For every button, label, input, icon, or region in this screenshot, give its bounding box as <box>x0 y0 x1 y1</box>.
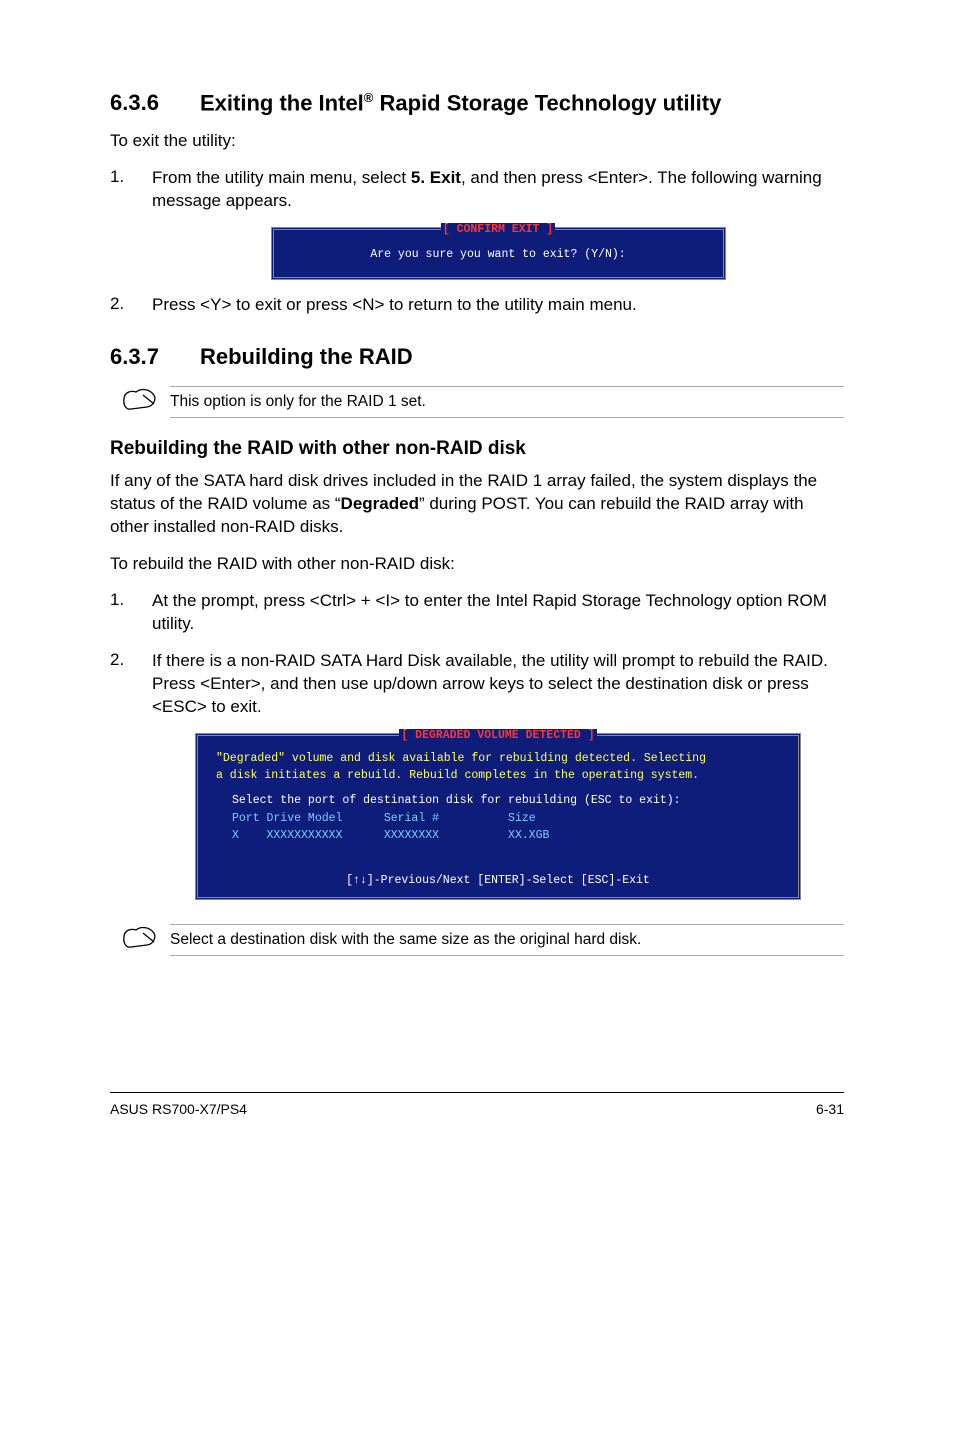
para-637-1: If any of the SATA hard disk drives incl… <box>110 470 844 539</box>
bios-l2: a disk initiates a rebuild. Rebuild comp… <box>216 767 780 784</box>
bios-header-row: Port Drive Model Serial # Size <box>232 810 780 827</box>
heading-text-a: Exiting the Intel <box>200 90 364 115</box>
heading-637: 6.3.7Rebuilding the RAID <box>110 344 844 370</box>
note-row-1: This option is only for the RAID 1 set. <box>110 384 844 424</box>
footer-right: 6-31 <box>816 1101 844 1117</box>
bios-line: Are you sure you want to exit? (Y/N): <box>284 246 713 264</box>
step-text: From the utility main menu, select 5. Ex… <box>152 167 844 213</box>
bios-footer: [↑↓]-Previous/Next [ENTER]-Select [ESC]-… <box>216 872 780 889</box>
page: 6.3.6Exiting the Intel® Rapid Storage Te… <box>0 0 954 1147</box>
note-row-2: Select a destination disk with the same … <box>110 922 844 962</box>
step-num: 2. <box>110 650 152 719</box>
bios-confirm-exit: [ CONFIRM EXIT ] Are you sure you want t… <box>271 227 726 279</box>
note-body: This option is only for the RAID 1 set. <box>170 384 844 424</box>
subheading-637: Rebuilding the RAID with other non-RAID … <box>110 438 844 460</box>
note-hand-icon <box>110 384 170 412</box>
bios-title: [ CONFIRM EXIT ] <box>274 221 723 239</box>
para-637-2: To rebuild the RAID with other non-RAID … <box>110 553 844 576</box>
heading-num: 6.3.7 <box>110 344 200 370</box>
step-text: Press <Y> to exit or press <N> to return… <box>152 294 844 317</box>
bios-degraded-volume: [ DEGRADED VOLUME DETECTED ] "Degraded" … <box>195 733 801 901</box>
step-text: At the prompt, press <Ctrl> + <I> to ent… <box>152 590 844 636</box>
heading-636: 6.3.6Exiting the Intel® Rapid Storage Te… <box>110 90 844 116</box>
bios-l1: "Degraded" volume and disk available for… <box>216 750 780 767</box>
step-num: 1. <box>110 167 152 213</box>
note-text: This option is only for the RAID 1 set. <box>170 393 844 411</box>
note-text: Select a destination disk with the same … <box>170 931 844 949</box>
bios-data-row: X XXXXXXXXXXX XXXXXXXX XX.XGB <box>232 827 780 844</box>
step-637-2: 2. If there is a non-RAID SATA Hard Disk… <box>110 650 844 719</box>
heading-sup: ® <box>364 90 374 105</box>
bios-title: [ DEGRADED VOLUME DETECTED ] <box>198 727 798 744</box>
step-636-2: 2. Press <Y> to exit or press <N> to ret… <box>110 294 844 317</box>
step-637-1: 1. At the prompt, press <Ctrl> + <I> to … <box>110 590 844 636</box>
step-num: 1. <box>110 590 152 636</box>
bios-l3: Select the port of destination disk for … <box>232 792 780 809</box>
heading-text-b: Rapid Storage Technology utility <box>373 90 721 115</box>
page-footer: ASUS RS700-X7/PS4 6-31 <box>110 1092 844 1117</box>
intro-636: To exit the utility: <box>110 130 844 153</box>
step-num: 2. <box>110 294 152 317</box>
note-hand-icon <box>110 922 170 950</box>
note-body: Select a destination disk with the same … <box>170 922 844 962</box>
footer-left: ASUS RS700-X7/PS4 <box>110 1101 247 1117</box>
heading-text: Rebuilding the RAID <box>200 344 413 369</box>
step-636-1: 1. From the utility main menu, select 5.… <box>110 167 844 213</box>
step-text: If there is a non-RAID SATA Hard Disk av… <box>152 650 844 719</box>
heading-num: 6.3.6 <box>110 90 200 116</box>
